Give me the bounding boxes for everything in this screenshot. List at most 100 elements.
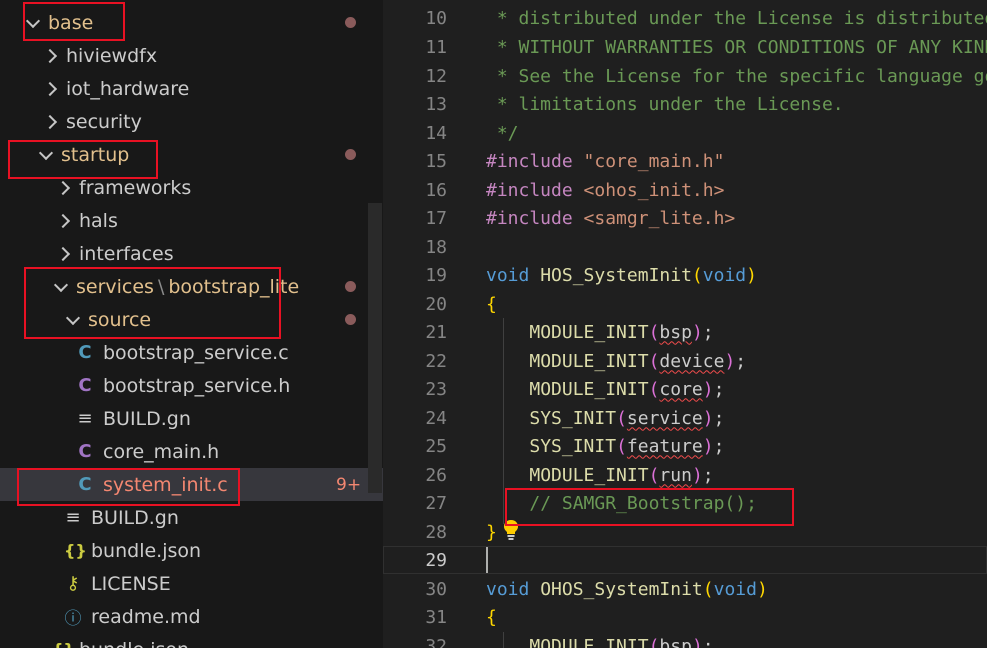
header-file-icon: C [78, 375, 92, 396]
macro-call: MODULE_INIT [529, 378, 649, 400]
tree-item-label: security [66, 110, 142, 133]
code-line-23: 23 MODULE_INIT(core); [383, 375, 987, 403]
macro-call: SYS_INIT [529, 435, 617, 457]
code-line-20: 20 { [383, 290, 987, 318]
comment-text: * WITHOUT WARRANTIES OR CONDITIONS OF AN… [496, 36, 987, 58]
line-number: 32 [425, 635, 447, 648]
tree-item[interactable]: {}bundle.json [0, 534, 383, 567]
semicolon: ; [702, 464, 714, 486]
tree-item[interactable]: Cbootstrap_service.h [0, 369, 383, 402]
explorer-scrollbar[interactable] [368, 203, 382, 493]
paren: ) [691, 321, 703, 343]
line-number: 26 [425, 464, 447, 486]
modified-dot-icon [345, 314, 356, 325]
brace: } [486, 521, 497, 543]
tree-item[interactable]: ≡ BUILD.gn [0, 402, 383, 435]
code-line-17: 17 #include <samgr_lite.h> [383, 204, 987, 232]
code-line-24: 24 SYS_INIT(service); [383, 404, 987, 432]
include-path: "core_main.h" [583, 150, 725, 172]
line-number: 13 [425, 93, 447, 115]
keyword-void: void [486, 264, 530, 286]
tree-item-label: hiviewdfx [66, 44, 158, 67]
semicolon: ; [702, 321, 714, 343]
include-path: <samgr_lite.h> [583, 207, 736, 229]
tree-item-label: bootstrap_service.c [103, 341, 289, 364]
include-directive: #include [486, 207, 573, 229]
comment-text: * See the License for the specific langu… [496, 65, 987, 87]
paren: ( [702, 578, 714, 600]
line-number: 31 [425, 606, 447, 628]
function-name: HOS_SystemInit [540, 264, 692, 286]
line-number: 20 [425, 293, 447, 315]
tree-item-label: BUILD.gn [91, 506, 179, 529]
brace: { [486, 293, 497, 315]
text-file-icon: ≡ [77, 408, 93, 429]
tree-item[interactable]: {}bundle.json [0, 633, 383, 648]
paren: ) [702, 378, 714, 400]
tree-item-label: frameworks [79, 176, 192, 199]
line-number: 22 [425, 350, 447, 372]
code-line-18: 18 [383, 233, 987, 261]
code-editor[interactable]: 10 * distributed under the License is di… [383, 0, 987, 648]
error-argument: bsp [659, 635, 692, 648]
tree-item[interactable]: interfaces [0, 237, 383, 270]
highlight-box-startup [8, 140, 158, 179]
chevron-right-icon[interactable] [42, 47, 60, 65]
code-line-22: 22 MODULE_INIT(device); [383, 347, 987, 375]
chevron-right-icon[interactable] [55, 245, 73, 263]
line-number: 11 [425, 36, 447, 58]
text-cursor [486, 547, 488, 573]
comment-text: * distributed under the License is distr… [496, 7, 987, 29]
line-number: 23 [425, 378, 447, 400]
tree-item-label: LICENSE [91, 572, 171, 595]
code-line-21: 21 MODULE_INIT(bsp); [383, 318, 987, 346]
chevron-right-icon[interactable] [42, 80, 60, 98]
code-line-11: 11 * WITHOUT WARRANTIES OR CONDITIONS OF… [383, 33, 987, 61]
code-line-13: 13 * limitations under the License. [383, 90, 987, 118]
paren: ( [616, 407, 627, 429]
info-icon: ⓘ [64, 609, 82, 629]
json-file-icon: {} [64, 541, 87, 560]
include-directive: #include [486, 150, 573, 172]
tree-item-label: BUILD.gn [103, 407, 191, 430]
paren: ( [648, 378, 660, 400]
tree-item-label: iot_hardware [66, 77, 190, 100]
chevron-right-icon[interactable] [55, 212, 73, 230]
tree-item[interactable]: ⓘ readme.md [0, 600, 383, 633]
tree-item[interactable]: hiviewdfx [0, 39, 383, 72]
line-number: 18 [425, 236, 447, 258]
chevron-right-icon[interactable] [42, 113, 60, 131]
tree-item-label: core_main.h [103, 440, 220, 463]
line-number: 19 [425, 264, 447, 286]
tree-item-label: hals [79, 209, 118, 232]
macro-call: MODULE_INIT [529, 464, 649, 486]
semicolon: ; [713, 407, 725, 429]
paren: ) [702, 407, 714, 429]
brace: { [486, 606, 497, 628]
code-line-14: 14 */ [383, 119, 987, 147]
text-file-icon: ≡ [65, 507, 81, 528]
tree-item[interactable]: security [0, 105, 383, 138]
tree-item[interactable]: Cbootstrap_service.c [0, 336, 383, 369]
tree-item[interactable]: ⚷ LICENSE [0, 567, 383, 600]
tree-item[interactable]: hals [0, 204, 383, 237]
modified-dot-icon [345, 17, 356, 28]
c-file-icon: C [78, 342, 92, 363]
code-line-29[interactable]: 29 [383, 546, 987, 574]
tree-item[interactable]: Ccore_main.h [0, 435, 383, 468]
modified-dot-icon [345, 281, 356, 292]
tree-item-label: bundle.json [91, 539, 202, 562]
macro-call: MODULE_INIT [529, 350, 649, 372]
tree-item-label: readme.md [91, 605, 201, 628]
paren: ( [648, 464, 660, 486]
macro-call: SYS_INIT [529, 407, 617, 429]
explorer-panel: base hiviewdfx iot_hardware security startup… [0, 0, 383, 648]
paren: ) [756, 578, 768, 600]
problems-count-badge: 9+ [336, 474, 362, 495]
tree-item-label: interfaces [79, 242, 174, 265]
tree-item[interactable]: iot_hardware [0, 72, 383, 105]
json-file-icon: {} [52, 640, 75, 648]
chevron-right-icon[interactable] [55, 179, 73, 197]
line-number: 29 [425, 549, 447, 571]
error-argument: run [659, 464, 692, 486]
